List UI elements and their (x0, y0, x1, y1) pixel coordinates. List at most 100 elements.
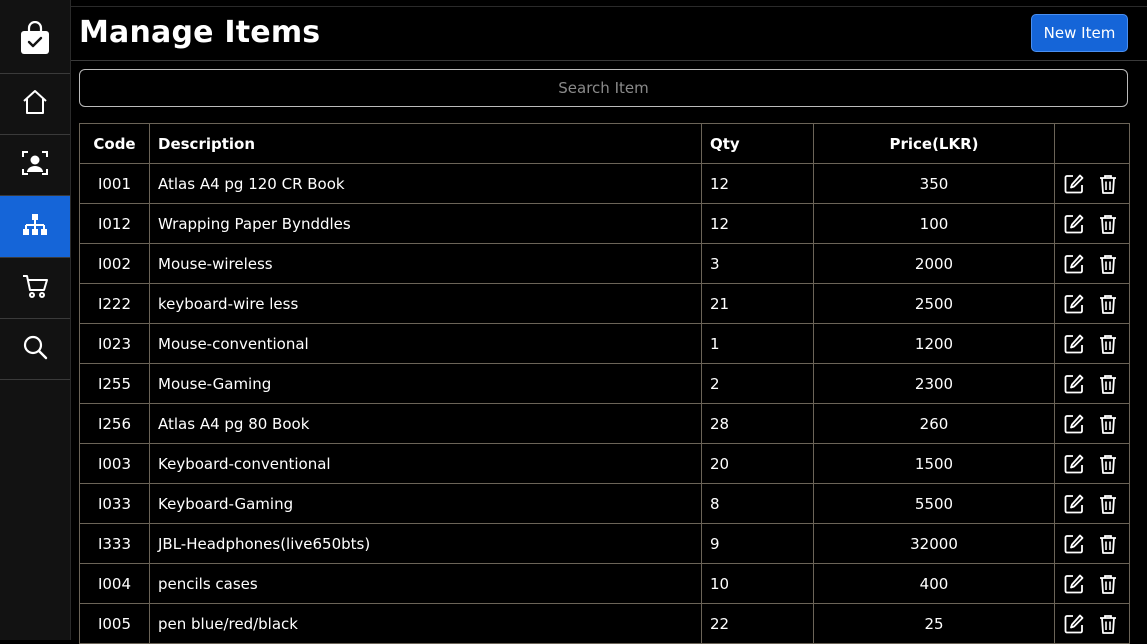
new-item-button[interactable]: New Item (1031, 14, 1128, 52)
trash-icon[interactable] (1097, 613, 1119, 635)
sidebar-item-items[interactable] (0, 196, 70, 258)
cell-qty: 8 (701, 483, 814, 524)
cell-code: I001 (79, 163, 150, 204)
table-row[interactable]: I033 Keyboard-Gaming 8 5500 (79, 483, 1130, 524)
cell-qty: 12 (701, 203, 814, 244)
cell-code: I002 (79, 243, 150, 284)
table-row[interactable]: I012 Wrapping Paper Bynddles 12 100 (79, 203, 1130, 244)
cell-qty: 12 (701, 163, 814, 204)
table-row[interactable]: I003 Keyboard-conventional 20 1500 (79, 443, 1130, 484)
cell-code: I222 (79, 283, 150, 324)
cell-description: pen blue/red/black (149, 603, 702, 644)
trash-icon[interactable] (1097, 493, 1119, 515)
trash-icon[interactable] (1097, 293, 1119, 315)
cell-actions (1054, 323, 1130, 364)
trash-icon[interactable] (1097, 573, 1119, 595)
table-row[interactable]: I002 Mouse-wireless 3 2000 (79, 243, 1130, 284)
cell-qty: 3 (701, 243, 814, 284)
cell-qty: 28 (701, 403, 814, 444)
trash-icon[interactable] (1097, 333, 1119, 355)
cell-description: Atlas A4 pg 120 CR Book (149, 163, 702, 204)
column-header-price[interactable]: Price(LKR) (813, 123, 1055, 164)
cell-actions (1054, 163, 1130, 204)
cell-code: I033 (79, 483, 150, 524)
cell-description: pencils cases (149, 563, 702, 604)
cart-icon (21, 272, 49, 304)
sidebar-item-search[interactable] (0, 319, 70, 380)
page-header: Manage Items New Item (71, 7, 1147, 61)
cell-actions (1054, 363, 1130, 404)
column-header-description[interactable]: Description (149, 123, 702, 164)
cell-description: Atlas A4 pg 80 Book (149, 403, 702, 444)
cell-code: I004 (79, 563, 150, 604)
sidebar-item-customers[interactable] (0, 135, 70, 196)
edit-icon[interactable] (1063, 333, 1085, 355)
table-row[interactable]: I004 pencils cases 10 400 (79, 563, 1130, 604)
main-content: Manage Items New Item Code Description Q… (71, 6, 1147, 644)
cell-actions (1054, 203, 1130, 244)
edit-icon[interactable] (1063, 293, 1085, 315)
trash-icon[interactable] (1097, 533, 1119, 555)
cell-price: 350 (813, 163, 1055, 204)
trash-icon[interactable] (1097, 373, 1119, 395)
cell-code: I012 (79, 203, 150, 244)
trash-icon[interactable] (1097, 413, 1119, 435)
cell-qty: 1 (701, 323, 814, 364)
cell-price: 25 (813, 603, 1055, 644)
edit-icon[interactable] (1063, 413, 1085, 435)
table-row[interactable]: I001 Atlas A4 pg 120 CR Book 12 350 (79, 163, 1130, 204)
cell-code: I023 (79, 323, 150, 364)
cell-actions (1054, 283, 1130, 324)
table-row[interactable]: I255 Mouse-Gaming 2 2300 (79, 363, 1130, 404)
cell-price: 2300 (813, 363, 1055, 404)
trash-icon[interactable] (1097, 453, 1119, 475)
cell-code: I005 (79, 603, 150, 644)
edit-icon[interactable] (1063, 573, 1085, 595)
column-header-actions (1054, 123, 1130, 164)
cell-qty: 20 (701, 443, 814, 484)
cell-actions (1054, 523, 1130, 564)
cell-description: Mouse-wireless (149, 243, 702, 284)
trash-icon[interactable] (1097, 173, 1119, 195)
cell-description: Mouse-conventional (149, 323, 702, 364)
edit-icon[interactable] (1063, 493, 1085, 515)
table-row[interactable]: I023 Mouse-conventional 1 1200 (79, 323, 1130, 364)
sidebar-item-logo[interactable] (0, 6, 70, 74)
cell-actions (1054, 483, 1130, 524)
cell-description: keyboard-wire less (149, 283, 702, 324)
edit-icon[interactable] (1063, 253, 1085, 275)
sidebar-item-orders[interactable] (0, 258, 70, 319)
edit-icon[interactable] (1063, 453, 1085, 475)
edit-icon[interactable] (1063, 173, 1085, 195)
trash-icon[interactable] (1097, 253, 1119, 275)
sidebar (0, 0, 71, 640)
shopping-bag-icon (20, 20, 50, 59)
cell-price: 1500 (813, 443, 1055, 484)
cell-price: 2500 (813, 283, 1055, 324)
edit-icon[interactable] (1063, 373, 1085, 395)
cell-actions (1054, 563, 1130, 604)
cell-description: JBL-Headphones(live650bts) (149, 523, 702, 564)
edit-icon[interactable] (1063, 533, 1085, 555)
edit-icon[interactable] (1063, 213, 1085, 235)
search-input[interactable] (79, 69, 1128, 107)
table-row[interactable]: I256 Atlas A4 pg 80 Book 28 260 (79, 403, 1130, 444)
cell-description: Mouse-Gaming (149, 363, 702, 404)
table-row[interactable]: I005 pen blue/red/black 22 25 (79, 603, 1130, 644)
cell-price: 5500 (813, 483, 1055, 524)
search-icon (21, 333, 49, 365)
column-header-qty[interactable]: Qty (701, 123, 814, 164)
sidebar-item-home[interactable] (0, 74, 70, 135)
cell-code: I255 (79, 363, 150, 404)
cell-actions (1054, 403, 1130, 444)
table-row[interactable]: I222 keyboard-wire less 21 2500 (79, 283, 1130, 324)
trash-icon[interactable] (1097, 213, 1119, 235)
cell-actions (1054, 603, 1130, 644)
table-row[interactable]: I333 JBL-Headphones(live650bts) 9 32000 (79, 523, 1130, 564)
cell-description: Wrapping Paper Bynddles (149, 203, 702, 244)
column-header-code[interactable]: Code (79, 123, 150, 164)
edit-icon[interactable] (1063, 613, 1085, 635)
cell-code: I333 (79, 523, 150, 564)
cell-price: 100 (813, 203, 1055, 244)
cell-qty: 21 (701, 283, 814, 324)
